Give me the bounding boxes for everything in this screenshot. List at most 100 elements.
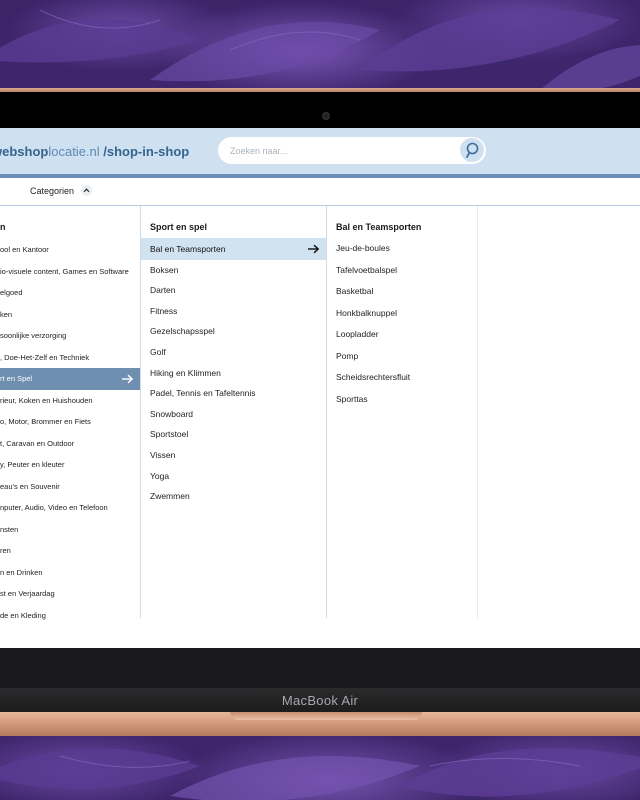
chevron-up-icon	[80, 185, 92, 196]
menu-item-label: Bal en Teamsporten	[150, 244, 226, 254]
menu-item[interactable]: Padel, Tennis en Tafeltennis	[141, 382, 326, 404]
menu-item-label: st en Verjaardag	[0, 589, 55, 598]
menu-item-label: io-visuele content, Games en Software	[0, 266, 129, 276]
menu-item[interactable]: Yoga	[141, 465, 326, 487]
menu-item[interactable]: o, Motor, Brommer en Fiets	[0, 411, 140, 433]
menu-item[interactable]: Sportstoel	[141, 423, 326, 445]
menu-item[interactable]: nputer, Audio, Video en Telefoon	[0, 497, 140, 519]
menu-item[interactable]: io-visuele content, Games en Software	[0, 261, 140, 283]
category-bar: Categorien	[0, 178, 640, 206]
menu-item-label: Honkbalknuppel	[336, 307, 397, 318]
arrow-right-icon	[122, 374, 134, 384]
search-input[interactable]	[228, 142, 462, 160]
menu-item-label: de en Kleding	[0, 610, 46, 620]
menu-item[interactable]: ool en Kantoor	[0, 239, 140, 261]
menu-item[interactable]: Golf	[141, 341, 326, 363]
leaves-top	[0, 7, 640, 92]
menu-item[interactable]: Snowboard	[141, 403, 326, 425]
menu-item-label: Padel, Tennis en Tafeltennis	[150, 388, 256, 399]
menu-item[interactable]: Honkbalknuppel	[327, 302, 477, 324]
menu-item-label: ool en Kantoor	[0, 245, 49, 254]
categories-toggle[interactable]: Categorien	[30, 185, 92, 196]
logo-suffix: /shop-in-shop	[99, 144, 190, 159]
menu-column-main: n ool en Kantoor io-visuele content, Game…	[0, 206, 141, 620]
menu-item-label: Loopladder	[336, 329, 379, 339]
menu-item-label: y, Peuter en kleuter	[0, 460, 65, 469]
menu-item[interactable]: Zwemmen	[141, 485, 326, 507]
menu-item-label: Fitness	[150, 305, 178, 316]
menu-item-label: rt en Spel	[0, 374, 33, 383]
menu-item-label: Boksen	[150, 264, 179, 275]
laptop-chin	[0, 648, 640, 692]
menu-item-label: Yoga	[150, 470, 170, 481]
menu-item-label: t, Caravan en Outdoor	[0, 438, 75, 448]
column-heading: Sport en spel	[150, 222, 208, 232]
menu-item[interactable]: Basketbal	[327, 280, 477, 302]
brand-label: MacBook Air	[0, 688, 640, 714]
menu-item-label: Scheidsrechtersfluit	[336, 372, 411, 382]
site-logo[interactable]: webshoplocatie.nl /shop-in-shop	[0, 144, 189, 159]
menu-item-label: Sportstoel	[150, 429, 189, 440]
menu-item-label: nputer, Audio, Video en Telefoon	[0, 503, 108, 512]
menu-item-label: Basketbal	[336, 286, 374, 296]
leaves-bottom	[0, 748, 640, 800]
menu-item[interactable]: , Doe-Het-Zelf en Techniek	[0, 347, 140, 369]
menu-item[interactable]: Darten	[141, 279, 326, 301]
menu-item-label: Sporttas	[336, 393, 368, 404]
menu-item-label: Hiking en Klimmen	[150, 367, 221, 378]
menu-item-label: o, Motor, Brommer en Fiets	[0, 417, 91, 426]
arrow-right-icon	[308, 244, 320, 254]
search-icon	[466, 142, 479, 158]
menu-item[interactable]: soonlijke verzorging	[0, 325, 140, 347]
laptop-notch	[230, 712, 422, 720]
menu-item-label: Pomp	[336, 350, 359, 361]
menu-item[interactable]: de en Kleding	[0, 605, 140, 627]
menu-item-label: nsten	[0, 524, 19, 534]
menu-item-label: Vissen	[150, 450, 176, 460]
menu-item[interactable]: n en Drinken	[0, 562, 140, 584]
camera-icon	[322, 112, 330, 120]
menu-item-label: Gezelschapsspel	[150, 326, 215, 337]
menu-item-label: Darten	[150, 285, 176, 296]
menu-item-label: soonlijke verzorging	[0, 331, 67, 340]
categories-label: Categorien	[30, 186, 75, 196]
menu-item[interactable]: Fitness	[141, 300, 326, 322]
menu-item[interactable]: Gezelschapsspel	[141, 320, 326, 342]
menu-item[interactable]: Boksen	[141, 259, 326, 281]
menu-item[interactable]: y, Peuter en kleuter	[0, 454, 140, 476]
menu-item[interactable]: Pomp	[327, 345, 477, 367]
logo-bold: webshop	[0, 144, 49, 159]
menu-item[interactable]: Bal en Teamsporten	[141, 238, 326, 260]
menu-item-label: Snowboard	[150, 408, 194, 419]
menu-column-subsub: Bal en Teamsporten Jeu-de-boules Tafelvoe…	[327, 206, 478, 618]
column-heading: Bal en Teamsporten	[336, 222, 422, 232]
menu-item[interactable]: nsten	[0, 519, 140, 541]
menu-item[interactable]: ken	[0, 304, 140, 326]
menu-item-label: ren	[0, 546, 11, 555]
menu-item[interactable]: Tafelvoetbalspel	[327, 259, 477, 281]
menu-item[interactable]: Sporttas	[327, 388, 477, 410]
menu-item[interactable]: t, Caravan en Outdoor	[0, 433, 140, 455]
menu-item-label: eau's en Souvenir	[0, 481, 60, 491]
menu-item-label: Jeu-de-boules	[336, 243, 390, 253]
logo-light: locatie.nl	[48, 144, 100, 159]
menu-item-label: rieur, Koken en Huishouden	[0, 395, 93, 405]
menu-item[interactable]: Hiking en Klimmen	[141, 362, 326, 384]
menu-item-label: Golf	[150, 347, 166, 357]
menu-item-label: Zwemmen	[150, 491, 190, 502]
menu-item[interactable]: Vissen	[141, 444, 326, 466]
laptop-screen: webshoplocatie.nl /shop-in-shop Categori…	[0, 128, 640, 648]
menu-item[interactable]: rieur, Koken en Huishouden	[0, 390, 140, 412]
menu-item-label: n en Drinken	[0, 567, 43, 577]
search-button[interactable]	[460, 138, 484, 162]
menu-item[interactable]: st en Verjaardag	[0, 583, 140, 605]
menu-item[interactable]: Scheidsrechtersfluit	[327, 366, 477, 388]
menu-item[interactable]: elgoed	[0, 282, 140, 304]
menu-item-label: Tafelvoetbalspel	[336, 264, 397, 275]
menu-item[interactable]: rt en Spel	[0, 368, 140, 390]
menu-item[interactable]: ren	[0, 540, 140, 562]
menu-item[interactable]: eau's en Souvenir	[0, 476, 140, 498]
menu-item[interactable]: Loopladder	[327, 323, 477, 345]
menu-item[interactable]: Jeu-de-boules	[327, 237, 477, 259]
menu-item-label: elgoed	[0, 288, 23, 297]
